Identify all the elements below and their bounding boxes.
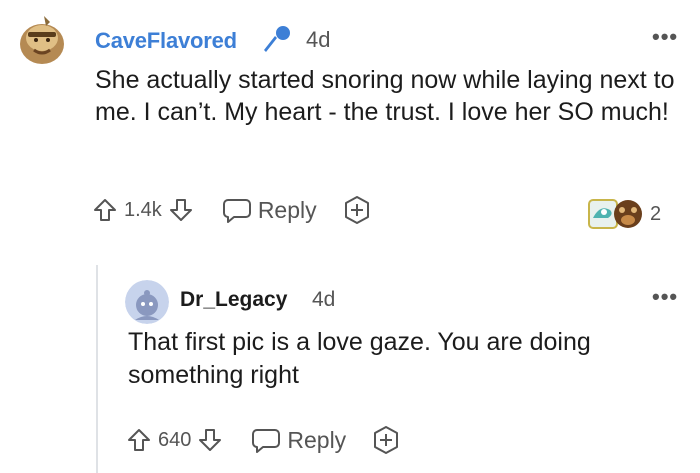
- thread-line[interactable]: [96, 265, 98, 473]
- award-badges-icon: [588, 199, 642, 229]
- reply-timestamp: 4d: [312, 288, 336, 311]
- award-count: 2: [650, 202, 662, 225]
- more-options-button[interactable]: •••: [652, 24, 678, 50]
- downvote-button[interactable]: [197, 427, 223, 453]
- arrow-up-icon: [94, 199, 116, 221]
- more-options-button[interactable]: •••: [652, 284, 678, 310]
- plus-circle-icon: [344, 196, 369, 224]
- microphone-icon: [258, 22, 294, 58]
- speech-bubble-icon: [252, 429, 281, 453]
- arrow-down-icon: [199, 429, 222, 451]
- comment-body: She actually started snoring now while l…: [95, 66, 675, 126]
- upvote-button[interactable]: [92, 197, 118, 223]
- avatar[interactable]: [14, 12, 70, 68]
- award-button[interactable]: [341, 194, 373, 226]
- awards[interactable]: 2: [588, 196, 661, 232]
- arrow-down-icon: [169, 199, 192, 221]
- vote-score: 1.4k: [124, 198, 162, 221]
- reply-label: Reply: [287, 426, 347, 453]
- arrow-up-icon: [128, 429, 150, 451]
- comment-actions: 1.4k Reply: [92, 194, 373, 226]
- reply-body: That first pic is a love gaze. You are d…: [128, 328, 591, 389]
- avatar-image: [125, 280, 169, 324]
- comment-timestamp: 4d: [306, 27, 331, 52]
- reply-actions: 640 Reply: [126, 424, 402, 456]
- upvote-button[interactable]: [126, 427, 152, 453]
- award-button[interactable]: [370, 424, 402, 456]
- avatar[interactable]: [125, 280, 169, 324]
- reply-username[interactable]: Dr_Legacy: [180, 288, 287, 312]
- reply-button[interactable]: Reply: [251, 426, 346, 454]
- plus-circle-icon: [374, 426, 399, 454]
- avatar-image: [14, 12, 70, 68]
- speech-bubble-icon: [222, 199, 251, 223]
- vote-score: 640: [158, 428, 192, 451]
- reply-button[interactable]: Reply: [222, 196, 317, 224]
- downvote-button[interactable]: [168, 197, 194, 223]
- reply-label: Reply: [257, 196, 317, 223]
- comment-username[interactable]: CaveFlavored: [95, 28, 237, 54]
